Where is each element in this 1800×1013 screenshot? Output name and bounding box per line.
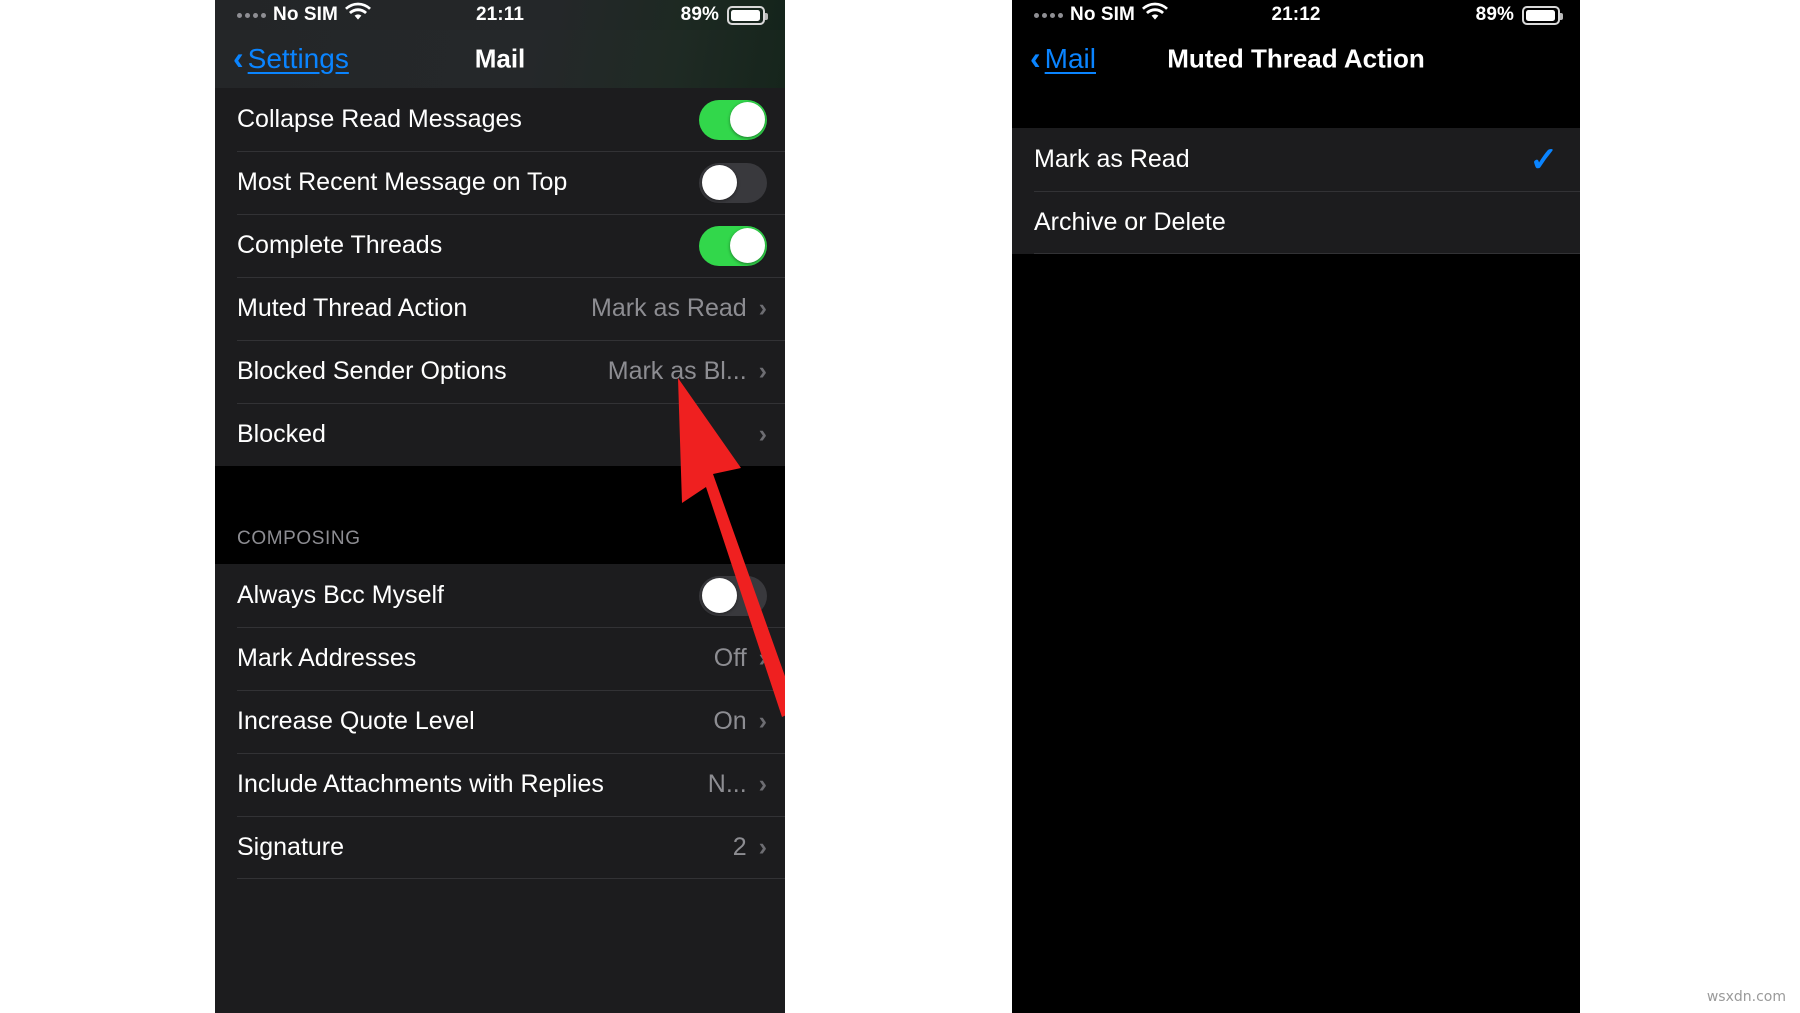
chevron-right-icon: › — [758, 770, 767, 798]
row-control: Mark as Read › — [591, 294, 767, 323]
row-label: Mark Addresses — [237, 644, 417, 672]
row-label: Mark as Read — [1034, 145, 1190, 173]
row-label: Archive or Delete — [1034, 208, 1226, 236]
battery-icon — [1522, 5, 1563, 25]
section-header-composing: COMPOSING — [215, 466, 785, 564]
chevron-right-icon: › — [758, 707, 767, 735]
row-signature[interactable]: Signature 2 › — [215, 816, 785, 879]
row-control — [699, 99, 767, 140]
row-control: N... › — [708, 770, 767, 799]
status-bar-right: No SIM 21:12 89% — [1012, 0, 1580, 30]
nav-bar-right: ‹ Mail Muted Thread Action — [1012, 30, 1580, 88]
row-value: Mark as Read — [591, 294, 747, 322]
toggle-most-recent-message-on-top[interactable] — [699, 162, 767, 203]
row-value: Off — [713, 644, 747, 672]
checkmark-icon: ✓ — [1529, 140, 1559, 179]
row-always-bcc-myself[interactable]: Always Bcc Myself — [215, 564, 785, 627]
row-muted-thread-action[interactable]: Muted Thread Action Mark as Read › — [215, 277, 785, 340]
row-label: Blocked — [237, 420, 326, 448]
option-archive-or-delete[interactable]: Archive or Delete — [1012, 191, 1580, 254]
chevron-right-icon: › — [758, 420, 767, 448]
row-value: 2 — [732, 833, 747, 861]
toggle-always-bcc-myself[interactable] — [699, 575, 767, 616]
row-label: Complete Threads — [237, 231, 443, 259]
row-value: N... — [707, 770, 747, 798]
row-control: › — [759, 422, 767, 447]
status-bar-left: No SIM 21:11 89% — [215, 0, 785, 30]
row-label: Blocked Sender Options — [237, 357, 507, 385]
row-control: 2 › — [733, 833, 767, 862]
status-bar-clock: 21:11 — [475, 4, 525, 25]
section-header-label: COMPOSING — [237, 528, 361, 549]
phone-screen-muted-thread-action: No SIM 21:12 89% ‹ Mail Muted Thread Act… — [1012, 0, 1580, 1013]
option-mark-as-read[interactable]: Mark as Read ✓ — [1012, 128, 1580, 191]
row-collapse-read-messages[interactable]: Collapse Read Messages — [215, 88, 785, 151]
chevron-right-icon: › — [758, 833, 767, 861]
battery-icon — [727, 5, 768, 25]
chevron-right-icon: › — [758, 357, 767, 385]
status-bar-clock: 21:12 — [1271, 4, 1321, 25]
row-label: Include Attachments with Replies — [237, 770, 604, 798]
row-complete-threads[interactable]: Complete Threads — [215, 214, 785, 277]
row-blocked[interactable]: Blocked › — [215, 403, 785, 466]
row-label: Collapse Read Messages — [237, 105, 522, 133]
settings-group-composing: Always Bcc Myself Mark Addresses Off › I… — [215, 564, 785, 879]
site-watermark: wsxdn.com — [1706, 989, 1786, 1005]
page-title: Mail — [474, 43, 526, 74]
row-increase-quote-level[interactable]: Increase Quote Level On › — [215, 690, 785, 753]
row-include-attachments-with-replies[interactable]: Include Attachments with Replies N... › — [215, 753, 785, 816]
row-label: Muted Thread Action — [237, 294, 468, 322]
row-control: On › — [713, 707, 767, 736]
settings-group-threading: Collapse Read Messages Most Recent Messa… — [215, 88, 785, 466]
row-control: ✓ — [1530, 143, 1563, 177]
row-most-recent-message-on-top[interactable]: Most Recent Message on Top — [215, 151, 785, 214]
row-control — [699, 162, 767, 203]
row-blocked-sender-options[interactable]: Blocked Sender Options Mark as Bl... › — [215, 340, 785, 403]
phone-screen-mail-settings: No SIM 21:11 89% ‹ Settings Mail Collaps… — [215, 0, 785, 1013]
row-control — [699, 575, 767, 616]
row-label: Increase Quote Level — [237, 707, 475, 735]
row-label: Signature — [237, 833, 345, 861]
options-group-muted-thread-action: Mark as Read ✓ Archive or Delete — [1012, 128, 1580, 254]
chevron-right-icon: › — [758, 294, 767, 322]
toggle-complete-threads[interactable] — [699, 225, 767, 266]
screenshot-stage: No SIM 21:11 89% ‹ Settings Mail Collaps… — [0, 0, 1800, 1013]
toggle-collapse-read-messages[interactable] — [699, 99, 767, 140]
row-value: On — [713, 707, 747, 735]
row-control — [699, 225, 767, 266]
chevron-right-icon: › — [758, 644, 767, 672]
nav-bar-left: ‹ Settings Mail — [215, 30, 785, 88]
section-spacer — [1012, 88, 1580, 128]
page-title: Muted Thread Action — [1167, 43, 1425, 74]
row-label: Most Recent Message on Top — [237, 168, 568, 196]
row-mark-addresses[interactable]: Mark Addresses Off › — [215, 627, 785, 690]
row-value: Mark as Bl... — [607, 357, 747, 385]
row-control: Off › — [714, 644, 767, 673]
row-control: Mark as Bl... › — [608, 357, 767, 386]
row-label: Always Bcc Myself — [237, 581, 444, 609]
